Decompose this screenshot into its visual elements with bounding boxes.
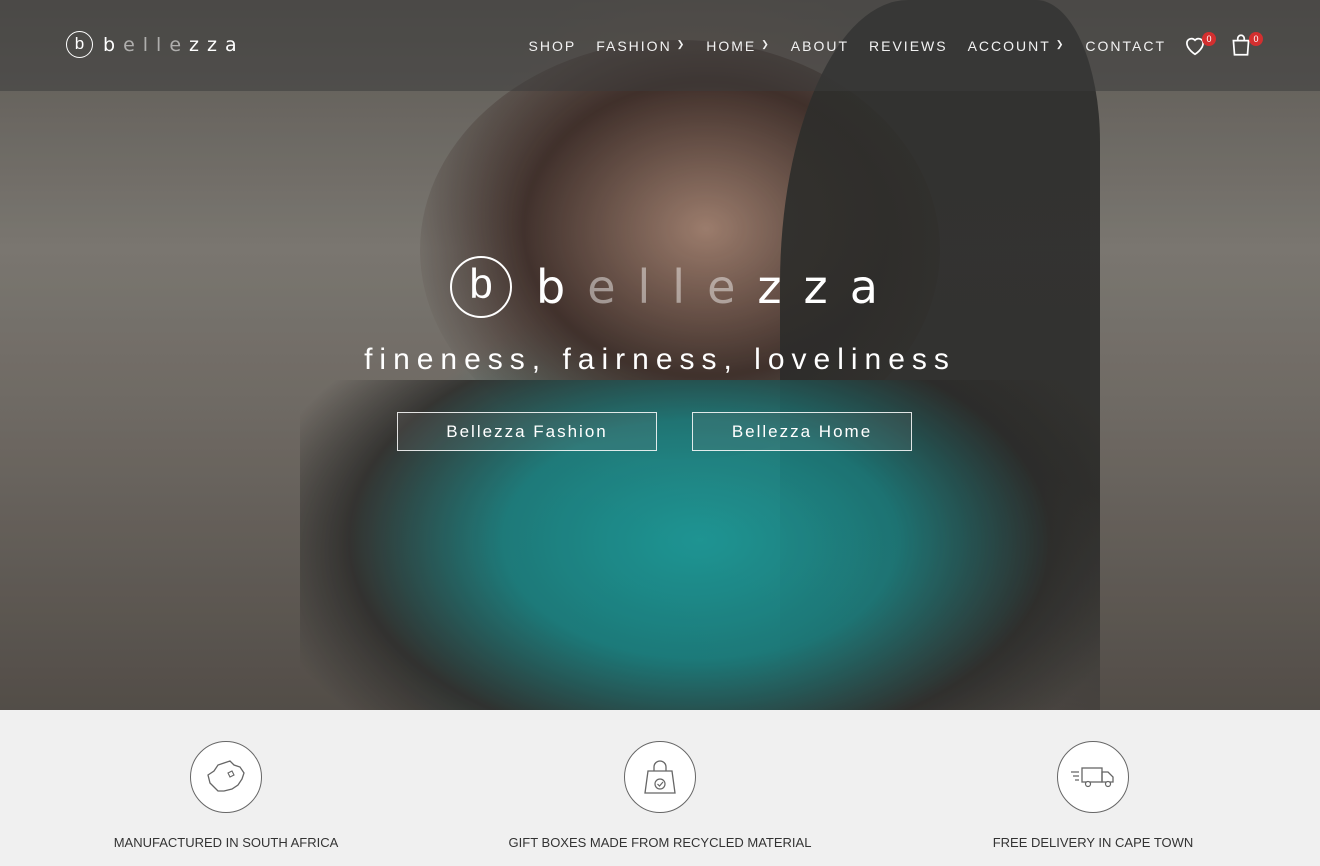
nav-fashion[interactable]: FASHION ❯ bbox=[596, 38, 686, 54]
nav-account[interactable]: ACCOUNT ❯ bbox=[968, 38, 1066, 54]
feature-label: MANUFACTURED IN SOUTH AFRICA bbox=[113, 835, 339, 850]
feature-free-delivery: FREE DELIVERY IN CAPE TOWN bbox=[913, 741, 1273, 850]
delivery-truck-icon bbox=[1057, 741, 1129, 813]
logo-wordmark: bellezza bbox=[103, 33, 245, 56]
wishlist-count-badge: 0 bbox=[1202, 32, 1216, 46]
feature-label: GIFT BOXES MADE FROM RECYCLED MATERIAL bbox=[508, 835, 812, 850]
nav-reviews[interactable]: REVIEWS bbox=[869, 38, 948, 54]
hero-logo-wordmark: bellezza bbox=[536, 260, 900, 314]
bellezza-home-button[interactable]: Bellezza Home bbox=[692, 412, 912, 451]
logo-mark: b bbox=[66, 31, 93, 58]
site-header: b bellezza SHOP FASHION ❯ HOME ❯ ABOUT REV… bbox=[0, 0, 1320, 91]
main-nav: SHOP FASHION ❯ HOME ❯ ABOUT REVIEWS ACCOUN… bbox=[509, 0, 1166, 91]
features-strip: MANUFACTURED IN SOUTH AFRICA GIFT BOXES … bbox=[0, 710, 1320, 866]
chevron-down-icon: ❯ bbox=[676, 39, 687, 49]
nav-about[interactable]: ABOUT bbox=[791, 38, 849, 54]
cart-count-badge: 0 bbox=[1249, 32, 1263, 46]
hero-tagline: fineness, fairness, loveliness bbox=[364, 343, 956, 376]
cart-button[interactable]: 0 bbox=[1228, 30, 1263, 60]
hero-logo-mark: b bbox=[450, 256, 512, 318]
hero-logo: b bellezza bbox=[450, 256, 900, 318]
feature-label: FREE DELIVERY IN CAPE TOWN bbox=[992, 835, 1194, 850]
nav-home[interactable]: HOME ❯ bbox=[706, 38, 771, 54]
south-africa-map-icon bbox=[190, 741, 262, 813]
wishlist-button[interactable]: 0 bbox=[1182, 30, 1216, 60]
chevron-down-icon: ❯ bbox=[761, 39, 771, 49]
bellezza-fashion-button[interactable]: Bellezza Fashion bbox=[397, 412, 657, 451]
nav-contact[interactable]: CONTACT bbox=[1085, 38, 1166, 54]
gift-bag-icon bbox=[624, 741, 696, 813]
chevron-down-icon: ❯ bbox=[1055, 39, 1066, 49]
header-logo[interactable]: b bellezza bbox=[66, 31, 245, 58]
feature-gift-boxes: GIFT BOXES MADE FROM RECYCLED MATERIAL bbox=[480, 741, 840, 850]
feature-manufactured: MANUFACTURED IN SOUTH AFRICA bbox=[46, 741, 406, 850]
nav-shop[interactable]: SHOP bbox=[529, 38, 577, 54]
